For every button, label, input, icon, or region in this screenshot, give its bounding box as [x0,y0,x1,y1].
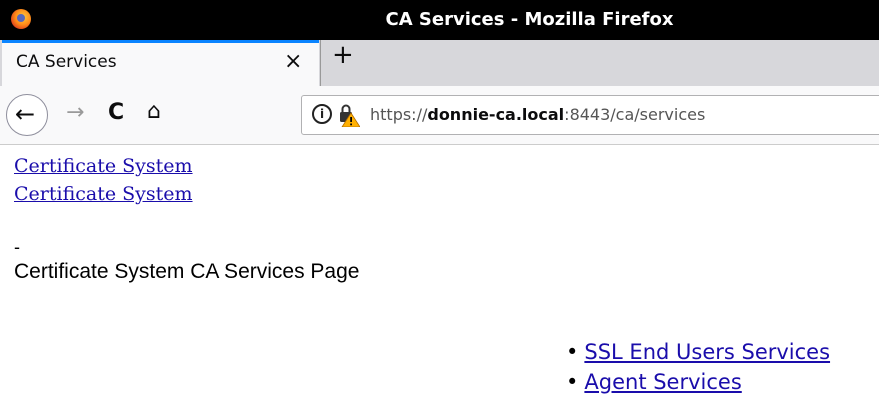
agent-services-link[interactable]: Agent Services [584,370,741,394]
window-title: CA Services - Mozilla Firefox [385,9,674,30]
page-title: Certificate System CA Services Page [14,260,360,283]
window-titlebar: CA Services - Mozilla Firefox [0,0,879,40]
list-item: • SSL End Users Services [566,340,830,364]
bullet: • [566,370,579,394]
info-icon[interactable]: i [312,104,332,124]
ssl-end-users-services-link[interactable]: SSL End Users Services [584,340,830,364]
page-content: Certificate System Certificate System - … [0,145,879,401]
certificate-system-link-2[interactable]: Certificate System [14,183,193,205]
url-path: :8443/ca/services [564,105,706,124]
certificate-system-link-1[interactable]: Certificate System [14,155,193,177]
forward-button[interactable]: → [66,100,84,125]
url-scheme: https:// [370,105,428,124]
separator-dash: - [14,237,20,257]
back-button[interactable]: ← [6,94,48,136]
back-arrow-icon: ← [15,100,36,128]
tab-label: CA Services [16,52,117,72]
list-item: • Agent Services [566,370,742,394]
url-host: donnie-ca.local [427,105,565,124]
home-button[interactable]: ⌂ [147,99,161,124]
tab-separator [320,40,321,86]
new-tab-button[interactable]: + [332,40,354,70]
url-text: https://donnie-ca.local:8443/ca/services [370,105,705,124]
navigation-bar: ← → C ⌂ i https://donnie-ca.local:8443/c… [0,86,879,145]
reload-button[interactable]: C [108,100,124,125]
bullet: • [566,340,579,364]
tab-ca-services[interactable]: CA Services × [2,40,319,87]
tab-strip: CA Services × [0,40,879,87]
url-bar[interactable]: i https://donnie-ca.local:8443/ca/servic… [301,95,879,135]
close-tab-icon[interactable]: × [284,49,302,74]
insecure-lock-warning-icon[interactable] [338,103,360,127]
